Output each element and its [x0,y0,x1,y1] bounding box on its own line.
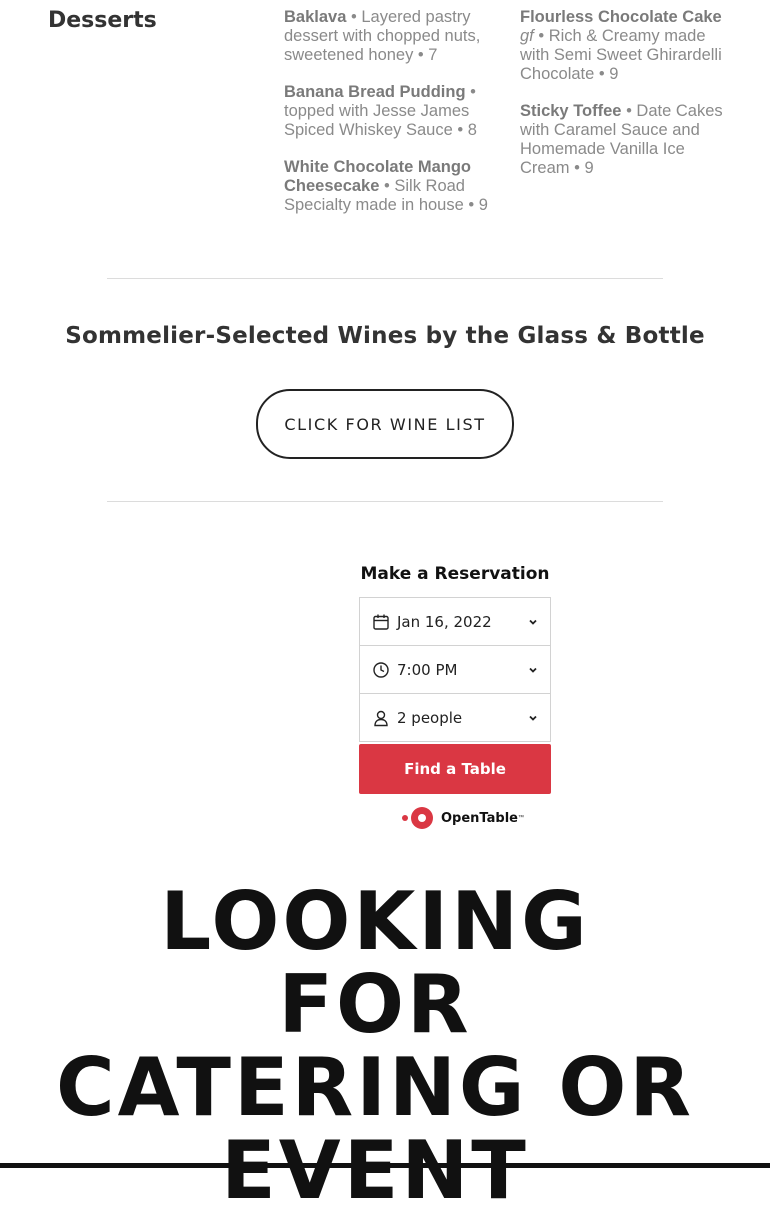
reservation-title: Make a Reservation [360,564,550,584]
party-size-select[interactable]: 2 people [360,694,550,742]
menu-item: Baklava • Layered pastry dessert with ch… [284,8,490,65]
chevron-down-icon [528,617,538,627]
catering-line-2: FOR [278,958,472,1051]
catering-line-1: LOOKING [160,875,590,968]
menu-item: White Chocolate Mango Cheesecake • Silk … [284,158,490,215]
date-value: Jan 16, 2022 [397,612,492,631]
date-select[interactable]: Jan 16, 2022 [360,598,550,646]
time-select[interactable]: 7:00 PM [360,646,550,694]
calendar-icon [372,613,390,631]
party-value: 2 people [397,708,463,727]
section-divider [107,278,663,279]
wines-title: Sommelier-Selected Wines by the Glass & … [65,323,705,349]
desserts-column-1: Baklava • Layered pastry dessert with ch… [284,8,490,233]
reservation-fields: Jan 16, 2022 7:00 PM 2 people [359,597,551,742]
menu-item-desc: • Rich & Creamy made with Semi Sweet Ghi… [520,27,722,83]
menu-item-name: Banana Bread Pudding [284,83,466,101]
trademark-mark: ™ [517,815,524,821]
section-divider [107,501,663,502]
menu-item-name: Flourless Chocolate Cake [520,8,722,26]
desserts-heading: Desserts [48,8,157,33]
menu-item: Banana Bread Pudding • topped with Jesse… [284,83,490,140]
chevron-down-icon [528,713,538,723]
bottom-bar [0,1163,770,1168]
time-value: 7:00 PM [397,660,458,679]
wine-list-button[interactable]: CLICK FOR WINE LIST [256,389,514,459]
opentable-wordmark: OpenTable [441,810,518,826]
menu-item-tag: gf [520,27,534,45]
desserts-column-2: Flourless Chocolate Cake gf • Rich & Crea… [520,8,730,196]
chevron-down-icon [528,665,538,675]
clock-icon [372,661,390,679]
menu-item-name: Baklava [284,8,347,26]
person-icon [372,709,390,727]
opentable-logo[interactable]: OpenTable ™ [401,806,524,830]
opentable-mark-icon [402,807,433,829]
catering-line-3: CATERING OR [55,1041,695,1134]
menu-item: Sticky Toffee • Date Cakes with Caramel … [520,102,730,178]
menu-item: Flourless Chocolate Cake gf • Rich & Crea… [520,8,730,84]
catering-line-4: EVENT [221,1124,529,1217]
menu-item-name: Sticky Toffee [520,102,622,120]
find-table-button[interactable]: Find a Table [359,744,551,794]
